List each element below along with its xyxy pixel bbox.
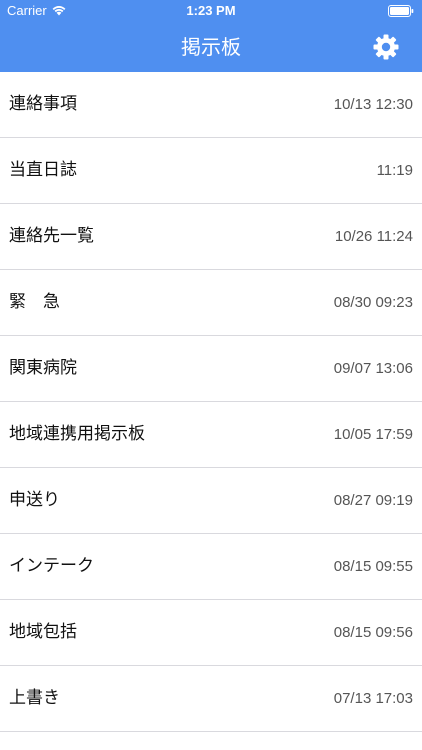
item-title: 地域包括 [9,622,77,642]
list-item-intake[interactable]: インテーク 08/15 09:55 [0,534,422,600]
navigation-bar: 掲示板 [0,22,422,72]
item-timestamp: 10/26 11:24 [334,228,413,245]
list-item-renraku-jiko[interactable]: 連絡事項 10/13 12:30 [0,72,422,138]
item-timestamp: 07/13 17:03 [333,690,413,707]
gear-icon[interactable] [372,33,400,61]
page-title: 掲示板 [181,35,241,59]
item-title: 当直日誌 [9,160,77,180]
list-item-moshiokuri[interactable]: 申送り 08/27 09:19 [0,468,422,534]
item-timestamp: 09/07 13:06 [333,360,413,377]
battery-icon [388,5,414,17]
status-bar: Carrier 1:23 PM [0,0,422,22]
list-item-kanto-byoin[interactable]: 関東病院 09/07 13:06 [0,336,422,402]
item-title: 申送り [9,490,60,510]
item-timestamp: 10/05 17:59 [333,426,413,443]
item-timestamp: 08/15 09:55 [333,558,413,575]
list-item-renrakusaki-ichiran[interactable]: 連絡先一覧 10/26 11:24 [0,204,422,270]
item-title: 連絡事項 [9,94,77,114]
board-list: 連絡事項 10/13 12:30 当直日誌 11:19 連絡先一覧 10/26 … [0,72,422,732]
item-timestamp: 10/13 12:30 [333,96,413,113]
item-title: 関東病院 [9,358,77,378]
list-item-kinkyu[interactable]: 緊 急 08/30 09:23 [0,270,422,336]
list-item-chiiki-renkei[interactable]: 地域連携用掲示板 10/05 17:59 [0,402,422,468]
item-title: 地域連携用掲示板 [9,424,145,444]
item-timestamp: 08/27 09:19 [333,492,413,509]
list-item-chiiki-hokatsu[interactable]: 地域包括 08/15 09:56 [0,600,422,666]
item-title: 緊 急 [9,292,60,312]
item-timestamp: 11:19 [376,162,413,179]
list-item-uwagaki[interactable]: 上書き 07/13 17:03 [0,666,422,732]
item-timestamp: 08/15 09:56 [333,624,413,641]
status-time: 1:23 PM [186,3,236,18]
item-title: 連絡先一覧 [9,226,94,246]
app-screen: Carrier 1:23 PM 掲示板 連絡事項 10/13 12:30 当直日… [0,0,422,750]
list-item-tochoku-nisshi[interactable]: 当直日誌 11:19 [0,138,422,204]
item-timestamp: 08/30 09:23 [333,294,413,311]
item-title: 上書き [9,688,60,708]
item-title: インテーク [9,556,94,576]
